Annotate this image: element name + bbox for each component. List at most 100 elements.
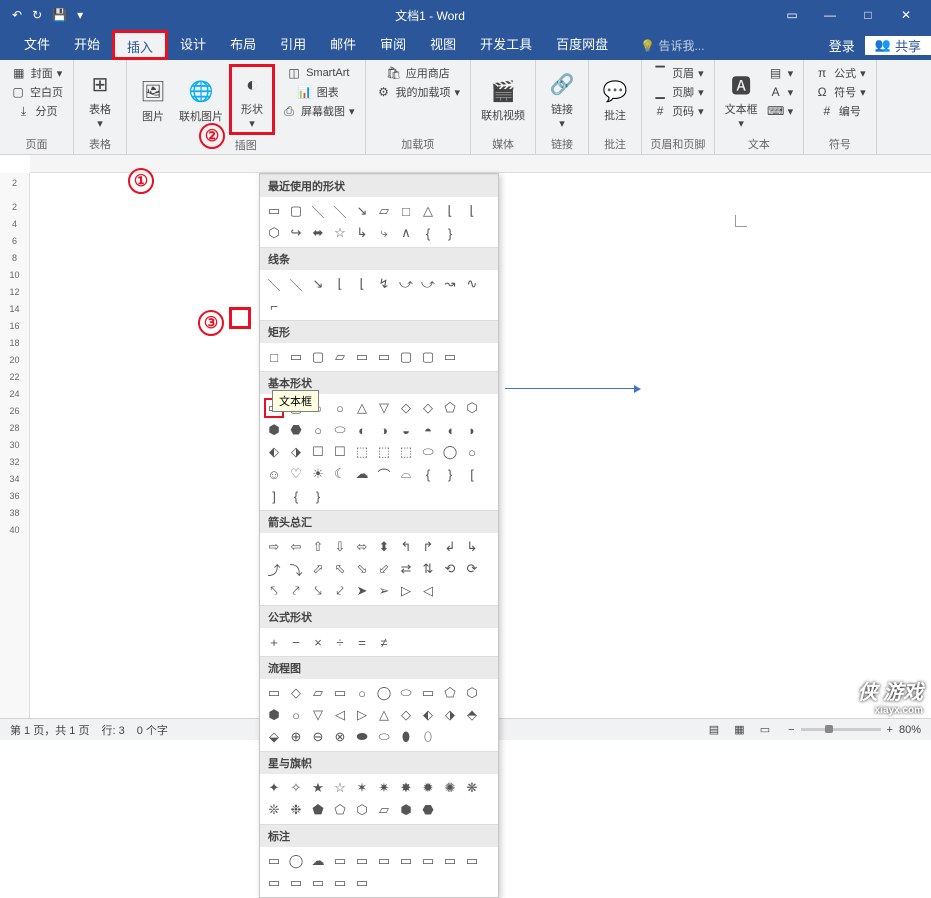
- shape-item[interactable]: ❋: [462, 778, 482, 798]
- shape-item[interactable]: ▭: [374, 851, 394, 871]
- shape-item[interactable]: ↝: [440, 274, 460, 294]
- shape-item[interactable]: ⬄: [352, 537, 372, 557]
- shape-item[interactable]: ↘: [352, 201, 372, 221]
- link-button[interactable]: 🔗链接▾: [542, 64, 582, 134]
- shape-item[interactable]: ⇄: [396, 559, 416, 579]
- textbox-button[interactable]: 🅰文本框▾: [721, 64, 762, 134]
- shape-item[interactable]: ◒: [396, 420, 416, 440]
- shape-item[interactable]: ＼: [308, 201, 328, 221]
- shape-item[interactable]: ⤻: [418, 274, 438, 294]
- shape-item[interactable]: ⬙: [264, 727, 284, 747]
- redo-button[interactable]: ↻: [32, 8, 42, 22]
- shape-item[interactable]: ❊: [264, 800, 284, 820]
- shape-item[interactable]: ⬍: [374, 537, 394, 557]
- shape-item[interactable]: △: [352, 398, 372, 418]
- shape-item[interactable]: ▭: [330, 873, 350, 893]
- ribbon-options-button[interactable]: ▭: [777, 8, 807, 22]
- shape-item[interactable]: ◁: [418, 581, 438, 601]
- text-misc-3[interactable]: ⌨▾: [764, 102, 798, 120]
- shape-item[interactable]: ◑: [374, 420, 394, 440]
- shape-item[interactable]: ▢: [286, 201, 306, 221]
- text-misc-1[interactable]: ▤▾: [764, 64, 798, 82]
- view-web-icon[interactable]: ▭: [754, 724, 776, 736]
- shape-item[interactable]: ⤥: [308, 581, 328, 601]
- shape-item[interactable]: ⌊: [440, 201, 460, 221]
- shape-item[interactable]: ☺: [264, 464, 284, 484]
- page-break-button[interactable]: ⤓分页: [6, 102, 67, 120]
- shape-item[interactable]: {: [418, 223, 438, 243]
- shape-item[interactable]: ▱: [308, 683, 328, 703]
- shape-item[interactable]: ✶: [352, 778, 372, 798]
- shape-item[interactable]: ◯: [440, 442, 460, 462]
- tab-layout[interactable]: 布局: [218, 30, 268, 60]
- shape-item[interactable]: ⬖: [264, 442, 284, 462]
- shape-item[interactable]: ○: [352, 683, 372, 703]
- shape-item[interactable]: ▭: [418, 851, 438, 871]
- shape-item[interactable]: ∧: [396, 223, 416, 243]
- smartart-button[interactable]: ◫SmartArt: [277, 64, 359, 82]
- shape-item[interactable]: ⌒: [374, 464, 394, 484]
- tab-design[interactable]: 设计: [168, 30, 218, 60]
- shape-item[interactable]: −: [286, 632, 306, 652]
- shape-item[interactable]: ⤵: [286, 559, 306, 579]
- shape-item[interactable]: ⬭: [418, 442, 438, 462]
- shape-item[interactable]: ⬡: [462, 683, 482, 703]
- shape-item[interactable]: ⬣: [286, 420, 306, 440]
- shape-item[interactable]: ⬭: [374, 727, 394, 747]
- shape-item[interactable]: ☀: [308, 464, 328, 484]
- shape-item[interactable]: =: [352, 632, 372, 652]
- tab-file[interactable]: 文件: [12, 30, 62, 60]
- shape-item[interactable]: ☐: [330, 442, 350, 462]
- zoom-value[interactable]: 80%: [899, 724, 921, 736]
- shape-item[interactable]: ▭: [286, 347, 306, 367]
- shape-item[interactable]: ◓: [418, 420, 438, 440]
- shape-item[interactable]: ⬢: [264, 705, 284, 725]
- shape-item[interactable]: ⬗: [286, 442, 306, 462]
- shape-item[interactable]: ⬗: [440, 705, 460, 725]
- shape-item[interactable]: ⬃: [374, 559, 394, 579]
- shape-item[interactable]: ◯: [286, 851, 306, 871]
- shape-item[interactable]: ★: [308, 778, 328, 798]
- shape-item[interactable]: ⬠: [330, 800, 350, 820]
- shape-item[interactable]: ⬮: [396, 727, 416, 747]
- status-words[interactable]: 0 个字: [137, 722, 168, 738]
- shape-item[interactable]: ☾: [330, 464, 350, 484]
- shape-item[interactable]: }: [308, 486, 328, 506]
- shape-item[interactable]: ⬡: [352, 800, 372, 820]
- shape-item[interactable]: ▱: [374, 800, 394, 820]
- shape-item[interactable]: ⟳: [462, 559, 482, 579]
- shape-item[interactable]: ⬢: [396, 800, 416, 820]
- shape-item[interactable]: ▭: [308, 873, 328, 893]
- shape-item[interactable]: ➢: [374, 581, 394, 601]
- save-button[interactable]: 💾: [52, 8, 67, 22]
- maximize-button[interactable]: □: [853, 8, 883, 22]
- shape-item[interactable]: {: [418, 464, 438, 484]
- footer-button[interactable]: ▁页脚▾: [648, 83, 708, 101]
- shape-item[interactable]: ⤷: [374, 223, 394, 243]
- shape-item[interactable]: ↳: [352, 223, 372, 243]
- comment-button[interactable]: 💬批注: [595, 64, 635, 134]
- app-store-button[interactable]: 🛍应用商店: [372, 64, 465, 82]
- shape-item[interactable]: ⬣: [418, 800, 438, 820]
- shape-item[interactable]: ]: [264, 486, 284, 506]
- shape-item[interactable]: ▭: [352, 851, 372, 871]
- shape-item[interactable]: ▭: [264, 873, 284, 893]
- tab-insert[interactable]: 插入: [112, 30, 168, 60]
- shape-item[interactable]: ⬂: [352, 559, 372, 579]
- shape-item[interactable]: ⤣: [264, 581, 284, 601]
- shape-item[interactable]: ⬢: [264, 420, 284, 440]
- tab-view[interactable]: 视图: [418, 30, 468, 60]
- status-line[interactable]: 行: 3: [101, 722, 124, 738]
- shape-item[interactable]: ⌊: [352, 274, 372, 294]
- minimize-button[interactable]: —: [815, 8, 845, 22]
- shape-item[interactable]: ☆: [330, 223, 350, 243]
- shape-item[interactable]: ▢: [418, 347, 438, 367]
- share-button[interactable]: 👥共享: [865, 36, 931, 55]
- picture-button[interactable]: 🖼图片: [133, 64, 173, 135]
- shape-item[interactable]: ↱: [418, 537, 438, 557]
- shape-item[interactable]: }: [440, 464, 460, 484]
- shape-item[interactable]: ＼: [286, 274, 306, 294]
- shape-item[interactable]: ⬭: [330, 420, 350, 440]
- shape-item[interactable]: ✦: [264, 778, 284, 798]
- shape-item[interactable]: ▭: [264, 851, 284, 871]
